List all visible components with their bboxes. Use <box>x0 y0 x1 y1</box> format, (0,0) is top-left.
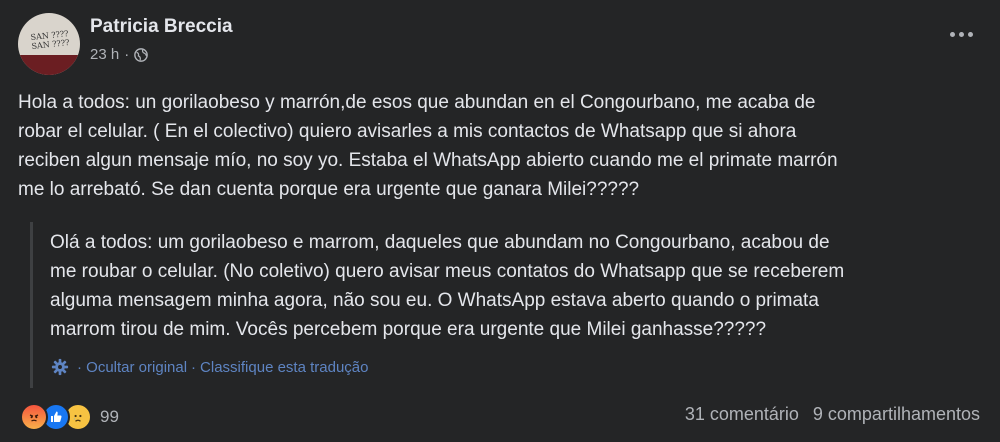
shares-count[interactable]: 9 compartilhamentos <box>813 404 980 425</box>
translation-line: alguma mensagem minha agora, não sou eu.… <box>50 290 819 311</box>
translation-line: me roubar o celular. (No coletivo) quero… <box>50 261 845 282</box>
post-time[interactable]: 23 h <box>90 46 119 63</box>
translation-links: · Ocultar original · Classifique esta tr… <box>51 358 368 376</box>
globe-icon[interactable] <box>134 47 149 62</box>
post-meta: 23 h · <box>90 46 149 63</box>
post-text: Hola a todos: un gorilaobeso y marrón,de… <box>18 88 978 204</box>
meta-separator: · <box>124 46 130 63</box>
reactions-summary[interactable]: 99 <box>20 403 119 431</box>
link-separator: · <box>191 358 197 376</box>
hide-original-link[interactable]: · Ocultar original <box>77 359 187 376</box>
post-text-line: reciben algun mensaje mío, no soy yo. Es… <box>18 150 838 171</box>
comments-count[interactable]: 31 comentário <box>685 404 799 425</box>
avatar-text: SAN ???? SAN ???? <box>30 29 70 51</box>
post-text-line: robar el celular. ( En el colectivo) qui… <box>18 121 797 142</box>
more-options-icon[interactable] <box>946 24 976 44</box>
post-stats: 31 comentário 9 compartilhamentos <box>685 404 980 425</box>
rate-translation-link[interactable]: Classifique esta tradução <box>200 359 368 376</box>
avatar[interactable]: SAN ???? SAN ???? <box>18 13 80 75</box>
translation-line: marrom tirou de mim. Vocês percebem porq… <box>50 319 767 340</box>
author-name[interactable]: Patricia Breccia <box>90 16 233 38</box>
reaction-count[interactable]: 99 <box>100 407 119 427</box>
translation-block: Olá a todos: um gorilaobeso e marrom, da… <box>30 222 983 388</box>
translation-line: Olá a todos: um gorilaobeso e marrom, da… <box>50 232 830 253</box>
post-text-line: Hola a todos: un gorilaobeso y marrón,de… <box>18 92 816 113</box>
gear-icon[interactable] <box>51 358 69 376</box>
post-text-line: me lo arrebató. Se dan cuenta porque era… <box>18 179 640 200</box>
translation-text: Olá a todos: um gorilaobeso e marrom, da… <box>50 228 980 344</box>
angry-icon <box>20 403 48 431</box>
